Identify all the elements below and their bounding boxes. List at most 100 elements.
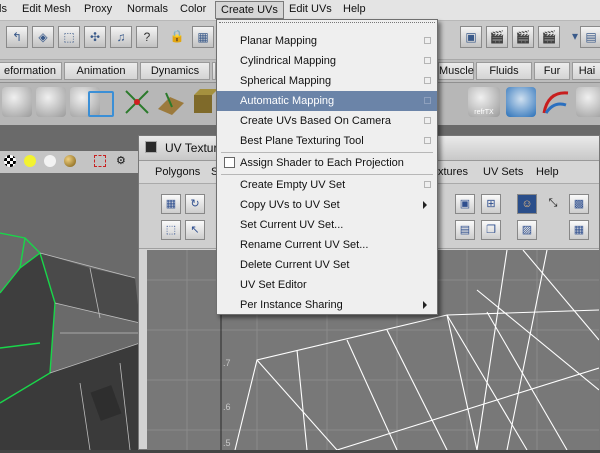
menu-item-label: Cylindrical Mapping <box>240 55 336 67</box>
menu-help[interactable]: Help <box>343 3 366 15</box>
uv-tool-grid2-icon[interactable]: ▦ <box>569 220 589 240</box>
uv-editor-title: UV Textur <box>165 141 218 155</box>
cube-wire-icon[interactable] <box>88 91 114 117</box>
menu-item-delete-current-uv-set[interactable]: Delete Current UV Set <box>217 255 437 275</box>
tool-icon-5[interactable]: ♫ <box>110 26 132 48</box>
tab-muscle[interactable]: Muscle <box>438 62 474 80</box>
viewport-scene <box>0 173 141 451</box>
option-box-icon[interactable] <box>424 137 431 144</box>
option-box-icon[interactable] <box>424 117 431 124</box>
shelf-icon-2[interactable] <box>36 87 66 117</box>
option-box-icon[interactable] <box>424 181 431 188</box>
light-icon[interactable] <box>24 155 36 167</box>
menu-item-label: Spherical Mapping <box>240 75 332 87</box>
menu-item-label: Create Empty UV Set <box>240 179 346 191</box>
gear-icon[interactable]: ⚙ <box>116 154 130 168</box>
menu-item-create-empty-uv-set[interactable]: Create Empty UV Set <box>217 175 437 195</box>
uv-tool-frame-icon[interactable]: ⬚ <box>161 220 181 240</box>
uv-tool-grid-icon[interactable]: ▦ <box>161 194 181 214</box>
tool-icon-6[interactable]: ▦ <box>192 26 214 48</box>
menu-partial[interactable]: ls <box>0 3 7 15</box>
tab-deformation[interactable]: eformation <box>0 62 62 80</box>
curve-arrow-icon[interactable] <box>540 87 570 117</box>
menu-item-copy-uvs-to-uv-set[interactable]: Copy UVs to UV Set <box>217 195 437 215</box>
refrtx-label: refrTX <box>474 109 494 116</box>
select-box-icon[interactable] <box>94 155 106 167</box>
menu-item-rename-current-uv-set[interactable]: Rename Current UV Set... <box>217 235 437 255</box>
menu-item-spherical-mapping[interactable]: Spherical Mapping <box>217 71 437 91</box>
uv-menu-help[interactable]: Help <box>536 166 559 178</box>
tab-fluids[interactable]: Fluids <box>476 62 532 80</box>
tool-icon-7[interactable]: ▤ <box>580 26 600 48</box>
tool-wire-icon[interactable] <box>122 87 152 117</box>
menu-create-uvs[interactable]: Create UVs <box>215 1 284 19</box>
checker-icon[interactable] <box>4 155 16 167</box>
menu-item-label: Rename Current UV Set... <box>240 239 369 251</box>
uv-menu-polygons[interactable]: Polygons <box>155 166 200 178</box>
plane-icon[interactable] <box>156 87 186 117</box>
clapper-icon-2[interactable]: 🎬 <box>512 26 534 48</box>
clapper-icon-1[interactable]: 🎬 <box>486 26 508 48</box>
sphere-white-icon[interactable] <box>44 155 56 167</box>
shelf-icon-end[interactable] <box>576 87 600 117</box>
tab-animation[interactable]: Animation <box>64 62 138 80</box>
menu-item-uv-set-editor[interactable]: UV Set Editor <box>217 275 437 295</box>
sphere-shaded-icon[interactable] <box>64 155 76 167</box>
tool-icon-3[interactable]: ⬚ <box>58 26 80 48</box>
option-box-icon[interactable] <box>424 97 431 104</box>
grid-label-06: .6 <box>223 402 231 412</box>
cylinder-icon[interactable] <box>506 87 536 117</box>
uv-tool-layout-icon[interactable]: ▤ <box>455 220 475 240</box>
tab-hair[interactable]: Hai <box>572 62 600 80</box>
uv-tool-rotate-icon[interactable]: ↻ <box>185 194 205 214</box>
option-box-icon[interactable] <box>424 77 431 84</box>
option-box-icon[interactable] <box>424 37 431 44</box>
help-question-icon[interactable]: ? <box>136 26 158 48</box>
menu-item-per-instance-sharing[interactable]: Per Instance Sharing <box>217 295 437 315</box>
uv-tool-checker-icon[interactable]: ▩ <box>569 194 589 214</box>
menu-item-best-plane-texturing[interactable]: Best Plane Texturing Tool <box>217 131 437 151</box>
tool-icon-4[interactable]: ✣ <box>84 26 106 48</box>
menu-item-label: Per Instance Sharing <box>240 299 343 311</box>
tab-dynamics[interactable]: Dynamics <box>140 62 210 80</box>
uv-menu-uv-sets[interactable]: UV Sets <box>483 166 523 178</box>
menu-item-label: Create UVs Based On Camera <box>240 115 392 127</box>
menu-item-label: Best Plane Texturing Tool <box>240 135 364 147</box>
menu-item-automatic-mapping[interactable]: Automatic Mapping <box>217 91 437 111</box>
clapper-icon-3[interactable]: 🎬 <box>538 26 560 48</box>
menu-item-label: Delete Current UV Set <box>240 259 350 271</box>
refrtx-icon[interactable]: refrTX <box>468 87 500 117</box>
viewport-toolbar: ⚙ <box>0 151 138 174</box>
menu-item-cylindrical-mapping[interactable]: Cylindrical Mapping <box>217 51 437 71</box>
uv-menu-textures[interactable]: xtures <box>438 166 468 178</box>
checkbox-icon[interactable] <box>224 157 235 168</box>
menu-item-assign-shader[interactable]: Assign Shader to Each Projection <box>217 153 437 173</box>
submenu-arrow-icon <box>423 301 427 309</box>
menu-normals[interactable]: Normals <box>127 3 168 15</box>
uv-tool-snap-icon[interactable]: ▣ <box>455 194 475 214</box>
render-icon-1[interactable]: ▣ <box>460 26 482 48</box>
uv-tool-image-icon[interactable]: ☺ <box>517 194 537 214</box>
uv-tool-select-icon[interactable]: ↖ <box>185 220 205 240</box>
submenu-arrow-icon <box>423 201 427 209</box>
uv-tool-add-icon[interactable]: ⊞ <box>481 194 501 214</box>
shelf-icon-1[interactable] <box>2 87 32 117</box>
menu-item-label: UV Set Editor <box>240 279 307 291</box>
tearoff-bar[interactable] <box>219 22 435 23</box>
menu-color[interactable]: Color <box>180 3 206 15</box>
uv-tool-image2-icon[interactable]: ▨ <box>517 220 537 240</box>
option-box-icon[interactable] <box>424 57 431 64</box>
menu-item-create-uvs-camera[interactable]: Create UVs Based On Camera <box>217 111 437 131</box>
menu-item-planar-mapping[interactable]: Planar Mapping <box>217 31 437 51</box>
menu-item-label: Set Current UV Set... <box>240 219 344 231</box>
menu-proxy[interactable]: Proxy <box>84 3 112 15</box>
menu-edit-mesh[interactable]: Edit Mesh <box>22 3 71 15</box>
uv-tool-copy-icon[interactable]: ❐ <box>481 220 501 240</box>
menu-item-set-current-uv-set[interactable]: Set Current UV Set... <box>217 215 437 235</box>
lock-icon[interactable]: 🔒 <box>166 26 188 48</box>
tool-icon-1[interactable]: ↰ <box>6 26 28 48</box>
uv-tool-diagonal-icon[interactable]: ⤡ <box>543 194 563 214</box>
tab-fur[interactable]: Fur <box>534 62 570 80</box>
tool-icon-2[interactable]: ◈ <box>32 26 54 48</box>
menu-edit-uvs[interactable]: Edit UVs <box>289 3 332 15</box>
